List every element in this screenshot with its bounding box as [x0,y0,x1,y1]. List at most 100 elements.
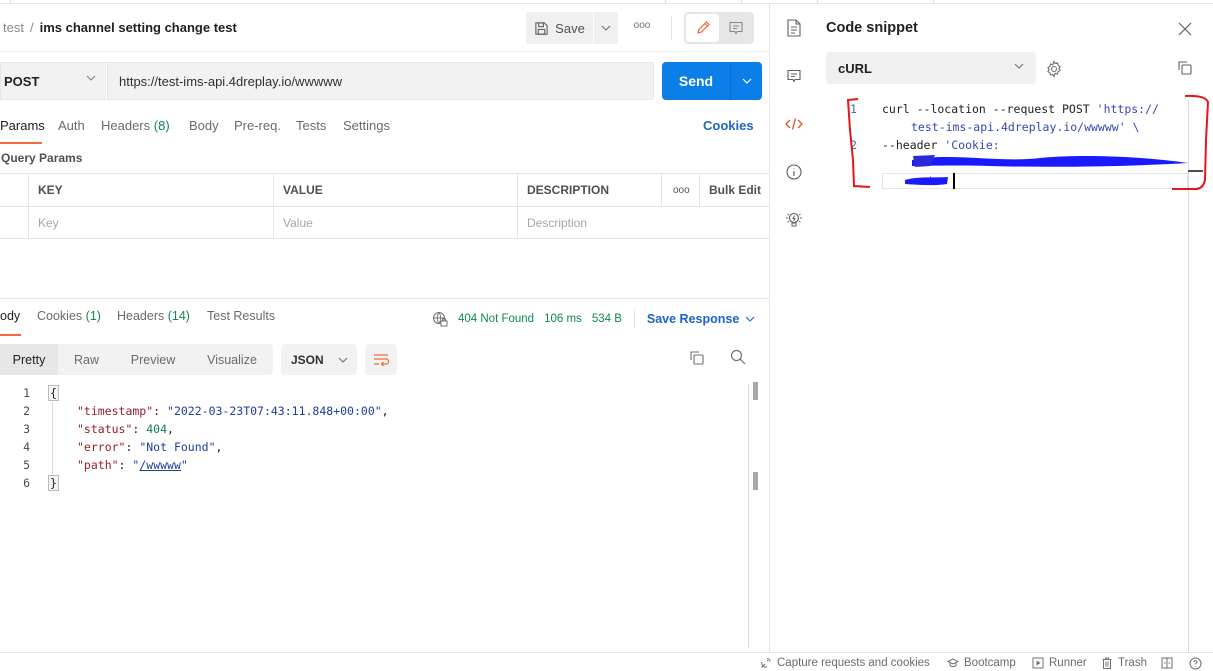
line-number: 2 [23,404,30,418]
satellite-icon [761,658,771,668]
response-scrollbar-thumb[interactable] [753,382,758,400]
play-box-icon [1032,657,1044,669]
two-pane-toggle[interactable] [1161,657,1173,669]
save-icon [535,21,548,35]
edit-mode-button[interactable] [686,14,719,42]
key-input[interactable]: Key [28,207,273,239]
view-preview[interactable]: Preview [115,344,191,375]
copy-response-button[interactable] [689,350,705,369]
bootcamp-label: Bootcamp [964,657,1016,669]
documentation-button[interactable] [784,18,804,38]
gear-icon [1047,60,1061,78]
line-number: 3 [23,422,30,436]
code-line: 1 curl --location --request POST 'https:… [850,100,1190,118]
response-scrollbar-track[interactable] [748,384,749,648]
help-button[interactable] [1189,657,1202,670]
send-button[interactable]: Send [662,62,730,100]
tab-label: Settings [343,118,390,133]
view-raw[interactable]: Raw [58,344,115,375]
view-pretty[interactable]: Pretty [0,344,58,375]
snippet-scrollbar-thumb[interactable] [1188,170,1203,172]
json-value: "2022-03-23T07:43:11.848+00:00" [167,404,382,418]
json-link-value[interactable]: /wwwww [139,458,181,472]
comment-icon [787,69,801,83]
code-text: --header [882,138,945,152]
bootcamp-button[interactable]: Bootcamp [947,657,1016,669]
tab-label: Headers [117,309,165,323]
globe-lock-icon[interactable] [432,311,448,327]
info-button[interactable] [784,162,804,182]
tab-label: Pre-req. [234,118,281,133]
runner-button[interactable]: Runner [1032,657,1087,669]
response-scrollbar-thumb[interactable] [753,472,758,490]
column-options-button[interactable]: ooo [661,174,699,206]
tab-pre-request[interactable]: Pre-req. [234,118,281,133]
comments-mode-button[interactable] [719,14,752,42]
code-string: 'https:// [1096,102,1159,116]
snippet-scrollbar-track[interactable] [1188,100,1189,652]
response-view-modes: Pretty Raw Preview Visualize [0,344,273,375]
comments-button[interactable] [784,66,804,86]
save-response-button[interactable]: Save Response [647,312,755,326]
request-header: test / ims channel setting change test S… [0,4,769,52]
code-line: 3 "status": 404, [0,420,748,438]
response-tabs: ody Cookies (1) Headers (14) Test Result… [0,304,770,336]
send-dropdown-button[interactable] [730,62,762,100]
method-select[interactable]: POST [0,62,106,100]
response-time[interactable]: 106 ms [544,313,582,325]
close-panel-button[interactable] [1176,20,1194,38]
tab-response-headers[interactable]: Headers (14) [117,309,190,323]
save-dropdown-button[interactable] [594,12,618,44]
tab-settings[interactable]: Settings [343,118,390,133]
code-line: 6 } [0,474,748,492]
wrap-lines-button[interactable] [365,344,397,375]
snippet-language-select[interactable]: cURL [826,52,1036,84]
method-value: POST [4,73,40,89]
response-format-select[interactable]: JSON [281,344,357,375]
line-number: 4 [23,440,30,454]
search-response-button[interactable] [729,348,747,369]
column-header-value: VALUE [273,174,517,206]
active-tab-indicator [0,142,42,144]
tab-response-body[interactable]: ody [0,309,20,323]
value-input[interactable]: Value [273,207,517,239]
status-code[interactable]: 404 Not Found [458,313,534,325]
tab-body[interactable]: Body [189,118,219,133]
description-input[interactable]: Description [517,207,769,239]
pencil-icon [696,21,710,34]
code-snippet-button[interactable] [784,114,804,134]
pane-resize-handle[interactable] [0,298,770,299]
cookies-link[interactable]: Cookies [703,118,754,133]
view-visualize[interactable]: Visualize [191,344,273,375]
capture-requests-button[interactable]: Capture requests and cookies [760,657,930,669]
tab-tests[interactable]: Tests [296,118,326,133]
more-actions-button[interactable]: ooo [630,20,654,36]
tab-response-cookies[interactable]: Cookies (1) [37,309,101,323]
chevron-down-icon [86,75,96,81]
column-header-description: DESCRIPTION [517,174,661,206]
url-bar: POST https://test-ims-api.4dreplay.io/ww… [0,62,770,100]
tab-headers[interactable]: Headers (8) [101,118,170,133]
tab-test-results[interactable]: Test Results [207,309,275,323]
query-params-title: Query Params [1,151,83,165]
bulk-edit-button[interactable]: Bulk Edit [699,174,769,206]
response-size[interactable]: 534 B [592,313,622,325]
tab-auth[interactable]: Auth [58,118,85,133]
copy-snippet-button[interactable] [1177,60,1193,79]
code-line: 2 --header 'Cookie: [850,136,1190,154]
code-line-continuation: test-ims-api.4dreplay.io/wwwww' \ [850,118,1190,136]
active-line-highlight [882,173,1188,189]
response-body-editor[interactable]: 1 { 2 "timestamp": "2022-03-23T07:43:11.… [0,384,748,648]
snippet-settings-button[interactable] [1045,60,1063,81]
code-icon [785,118,803,130]
right-sidebar [770,4,818,652]
url-input[interactable]: https://test-ims-api.4dreplay.io/wwwww [107,62,654,100]
suggestions-button[interactable] [784,210,804,230]
code-line: 5 "path": "/wwwww" [0,456,748,474]
save-button[interactable]: Save [526,12,593,44]
request-name[interactable]: ims channel setting change test [40,20,237,35]
trash-button[interactable]: Trash [1101,657,1147,669]
breadcrumb-collection[interactable]: test [3,20,24,35]
code-text: curl --location --request POST [882,102,1097,116]
tab-params[interactable]: Params [0,118,45,133]
